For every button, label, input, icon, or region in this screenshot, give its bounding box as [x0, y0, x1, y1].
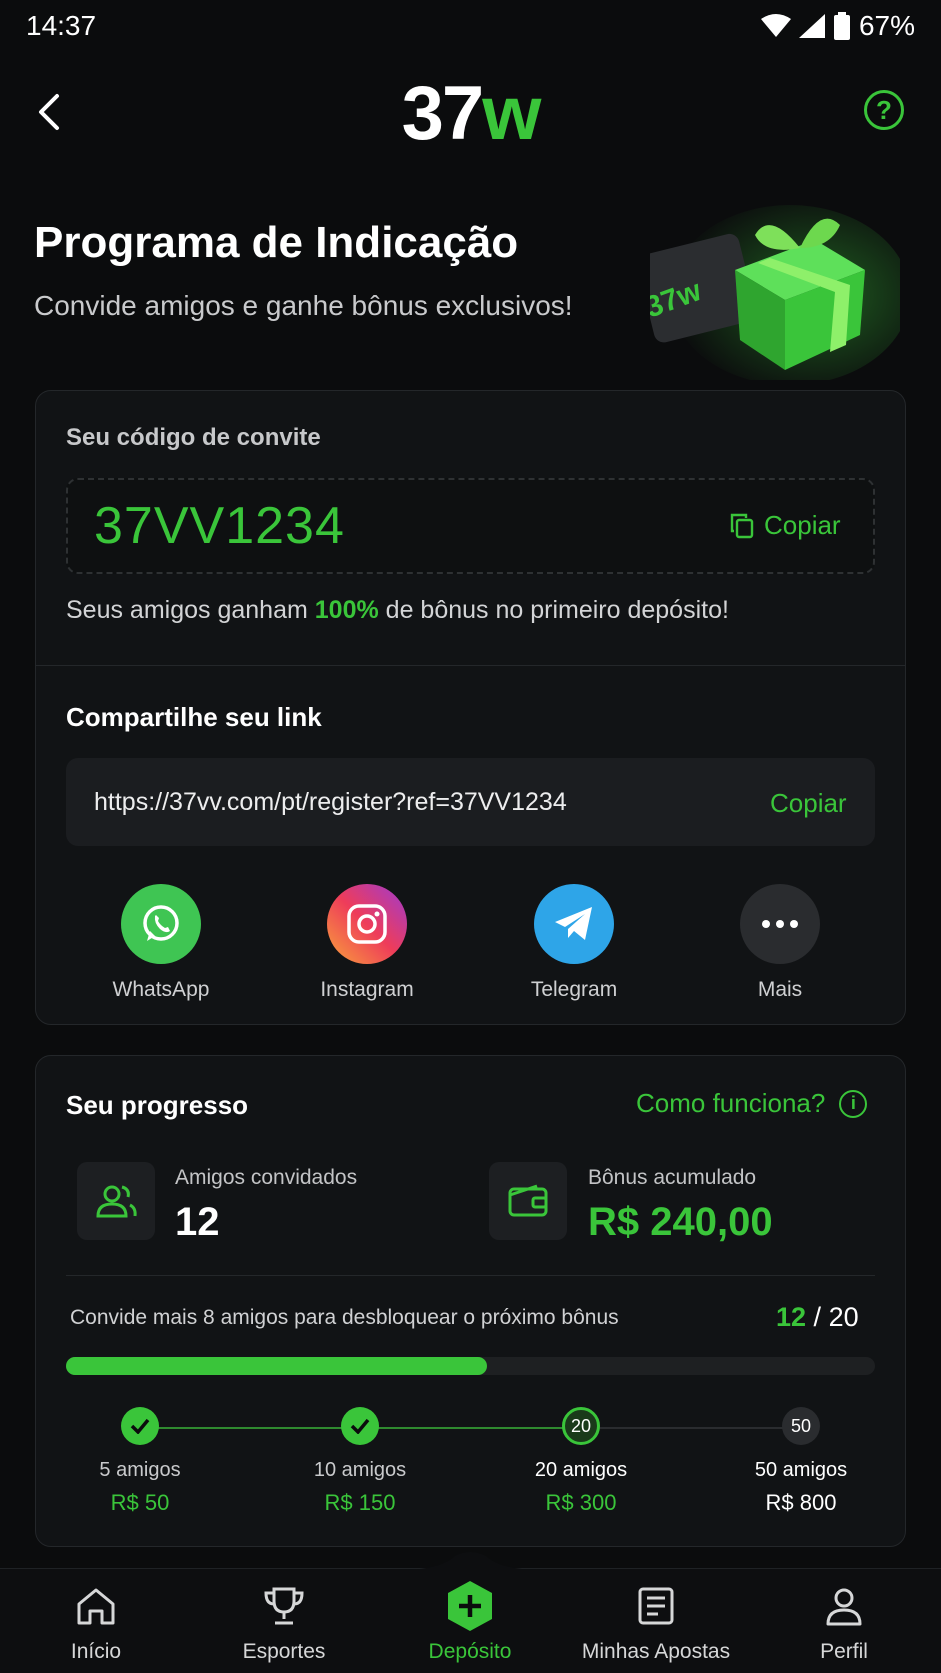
friends-icon — [77, 1162, 155, 1240]
how-it-works-label: Como funciona? — [636, 1088, 826, 1118]
share-more-button[interactable]: Mais — [700, 884, 860, 1002]
telegram-icon — [534, 884, 614, 964]
share-whatsapp-button[interactable]: WhatsApp — [81, 884, 241, 1002]
nav-sports[interactable]: Esportes — [190, 1582, 378, 1664]
how-it-works-link[interactable]: Como funciona? i — [636, 1088, 868, 1119]
milestone-10: 10 amigos R$ 150 — [280, 1407, 440, 1516]
logo-accent: w — [482, 71, 541, 156]
signal-icon — [798, 14, 825, 38]
card-divider — [35, 665, 906, 666]
battery-icon — [833, 12, 850, 40]
share-app-label: Instagram — [320, 978, 414, 1001]
bets-list-icon — [562, 1582, 750, 1630]
help-icon: ? — [876, 94, 892, 125]
share-app-label: Telegram — [530, 978, 618, 1001]
trophy-icon — [190, 1582, 378, 1630]
deposit-plus-icon — [376, 1581, 564, 1631]
bonus-info-text: Seus amigos ganham 100% de bônus no prim… — [66, 596, 729, 625]
page-subtitle: Convide amigos e ganhe bônus exclusivos! — [34, 290, 573, 321]
invite-code-value: 37VV1234 — [94, 497, 345, 555]
invite-more-text: Convide mais 8 amigos para desbloquear o… — [70, 1306, 619, 1329]
progress-divider — [66, 1275, 875, 1276]
gift-illustration: 37w — [650, 205, 900, 380]
nav-label: Depósito — [428, 1640, 512, 1663]
share-telegram-button[interactable]: Telegram — [494, 884, 654, 1002]
logo-main: 37 — [401, 71, 485, 156]
bonus-info-prefix: Seus amigos ganham — [66, 596, 315, 624]
bonus-percent: 100% — [314, 596, 379, 624]
bonus-accumulated-value: R$ 240,00 — [588, 1200, 773, 1244]
nav-profile[interactable]: Perfil — [750, 1582, 938, 1664]
nav-my-bets[interactable]: Minhas Apostas — [562, 1582, 750, 1664]
progress-separator: / — [806, 1302, 829, 1332]
copy-code-label: Copiar — [764, 510, 841, 540]
progress-count: 12 / 20 — [776, 1302, 859, 1333]
nav-deposit[interactable]: Depósito — [376, 1581, 564, 1664]
bonus-info-suffix: de bônus no primeiro depósito! — [378, 596, 729, 624]
progress-current: 12 — [776, 1302, 807, 1332]
instagram-icon — [327, 884, 407, 964]
milestone-badge-current: 20 — [562, 1407, 600, 1445]
page-title: Programa de Indicação — [34, 218, 519, 267]
milestone-label: 10 amigos — [313, 1459, 407, 1481]
nav-label: Início — [70, 1640, 122, 1663]
brand-logo: 37w — [0, 70, 941, 157]
friends-invited-value: 12 — [175, 1200, 220, 1244]
milestone-reward: R$ 300 — [545, 1490, 617, 1515]
milestone-50: 50 50 amigos R$ 800 — [721, 1407, 881, 1516]
progress-bar-fill — [66, 1357, 487, 1375]
milestone-reward: R$ 50 — [110, 1490, 170, 1515]
status-icons: 67% — [760, 10, 915, 42]
bonus-accumulated-label: Bônus acumulado — [588, 1166, 757, 1189]
whatsapp-icon — [121, 884, 201, 964]
check-icon — [341, 1407, 379, 1445]
milestone-5: 5 amigos R$ 50 — [60, 1407, 220, 1516]
share-link-text: https://37vv.com/pt/register?ref=37VV123… — [94, 788, 567, 816]
home-icon — [2, 1582, 190, 1630]
profile-icon — [750, 1582, 938, 1630]
nav-label: Minhas Apostas — [581, 1640, 731, 1663]
invite-code-label: Seu código de convite — [66, 424, 321, 451]
check-icon — [121, 1407, 159, 1445]
share-app-label: WhatsApp — [112, 978, 210, 1001]
copy-code-button[interactable]: Copiar — [730, 510, 841, 541]
nav-notch — [400, 1552, 541, 1572]
milestone-reward: R$ 800 — [765, 1490, 837, 1515]
wallet-icon — [489, 1162, 567, 1240]
copy-link-button[interactable]: Copiar — [770, 788, 847, 819]
friends-invited-label: Amigos convidados — [175, 1166, 358, 1189]
battery-percent: 67% — [858, 10, 915, 41]
share-app-label: Mais — [757, 978, 803, 1001]
milestone-badge-locked: 50 — [782, 1407, 820, 1445]
info-icon: i — [839, 1089, 868, 1118]
status-time: 14:37 — [26, 10, 97, 41]
copy-icon — [730, 513, 754, 538]
nav-label: Esportes — [242, 1640, 326, 1663]
milestone-label: 5 amigos — [99, 1459, 181, 1481]
milestone-reward: R$ 150 — [324, 1490, 396, 1515]
milestone-label: 50 amigos — [754, 1459, 848, 1481]
milestone-20: 20 20 amigos R$ 300 — [501, 1407, 661, 1516]
share-title: Compartilhe seu link — [66, 702, 322, 732]
milestone-label: 20 amigos — [534, 1459, 628, 1481]
wifi-icon — [760, 14, 791, 37]
nav-home[interactable]: Início — [2, 1582, 190, 1664]
nav-label: Perfil — [820, 1640, 868, 1663]
more-icon — [740, 884, 820, 964]
help-button[interactable]: ? — [864, 90, 904, 130]
progress-target: 20 — [828, 1302, 859, 1332]
share-instagram-button[interactable]: Instagram — [287, 884, 447, 1002]
progress-title: Seu progresso — [66, 1090, 249, 1120]
